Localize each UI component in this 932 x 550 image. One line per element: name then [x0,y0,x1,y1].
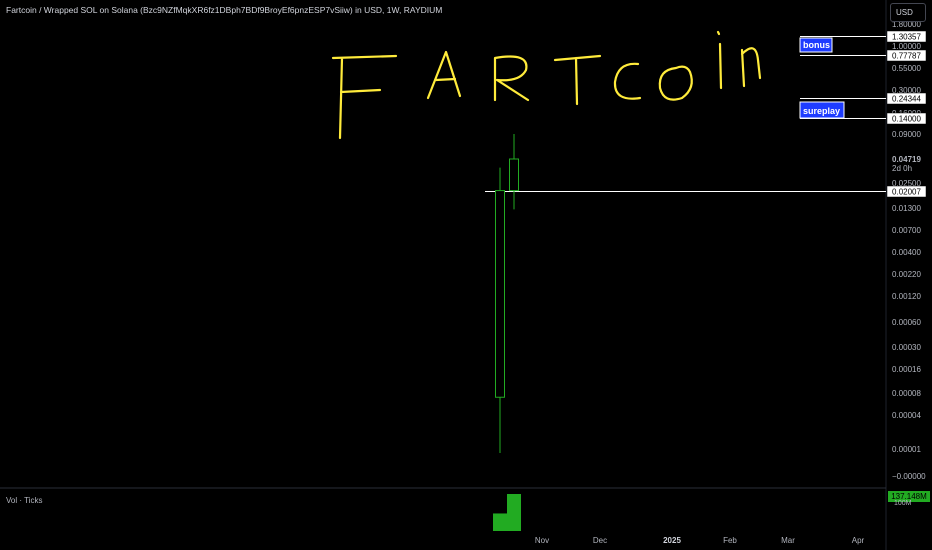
price-tick-label: 0.01300 [892,204,921,213]
time-axis-label: Mar [781,536,795,545]
price-tick-label: 0.00060 [892,318,921,327]
price-tick-label: 0.00700 [892,226,921,235]
time-axis[interactable]: Nov Dec 2025 Feb Mar Apr [535,536,865,545]
candle-body[interactable] [495,190,505,398]
candle-body[interactable] [509,158,519,192]
chart-title: Fartcoin / Wrapped SOL on Solana (Bzc9NZ… [6,5,443,15]
price-tick-label: 0.00004 [892,411,921,420]
price-tag-label: 0.14000 [892,115,921,124]
price-tag-label: 0.77787 [892,52,921,61]
volume-unit-label: 100M [894,500,912,507]
price-tick-label: 0.00120 [892,292,921,301]
time-axis-label: Dec [593,536,607,545]
price-tick-label: −0.00000 [892,472,926,481]
price-tag-label: 0.24344 [892,95,921,104]
price-tag-label: 0.02007 [892,188,921,197]
price-tick-label: 0.00400 [892,248,921,257]
handwritten-fartcoin-annotation [331,30,762,140]
candles [495,134,519,453]
bar-countdown-label: 2d 0h [892,164,912,173]
volume-bar [493,513,507,531]
time-axis-label: Apr [852,536,865,545]
time-axis-label: 2025 [663,536,681,545]
price-scale[interactable]: 1.800001.000000.550000.300000.160000.090… [892,20,926,481]
price-tick-label: 0.00001 [892,445,921,454]
price-tick-label: 1.00000 [892,42,921,51]
price-tick-label: 0.00016 [892,365,921,374]
price-tick-label: 0.04719 [892,155,921,164]
badges: bonus sureplay [799,37,845,119]
price-tick-label: 0.00220 [892,270,921,279]
horizontal-lines: 1.30357 0.77787 0.24344 0.14000 0.02007 [485,30,927,198]
price-tick-label: 0.00030 [892,343,921,352]
badge-label: sureplay [803,106,840,116]
time-axis-label: Feb [723,536,737,545]
price-tick-label: 0.09000 [892,130,921,139]
currency-selector-button[interactable]: USD [890,3,926,22]
volume-bars [493,494,521,531]
price-tag-label: 1.30357 [892,33,921,42]
time-axis-label: Nov [535,536,549,545]
badge-label: bonus [803,40,830,50]
volume-bar [507,494,521,531]
chart-canvas[interactable]: 1.800001.000000.550000.300000.160000.090… [0,0,932,550]
volume-indicator-label[interactable]: Vol · Ticks [6,496,42,505]
price-tick-label: 0.55000 [892,64,921,73]
price-tick-label: 0.00008 [892,389,921,398]
